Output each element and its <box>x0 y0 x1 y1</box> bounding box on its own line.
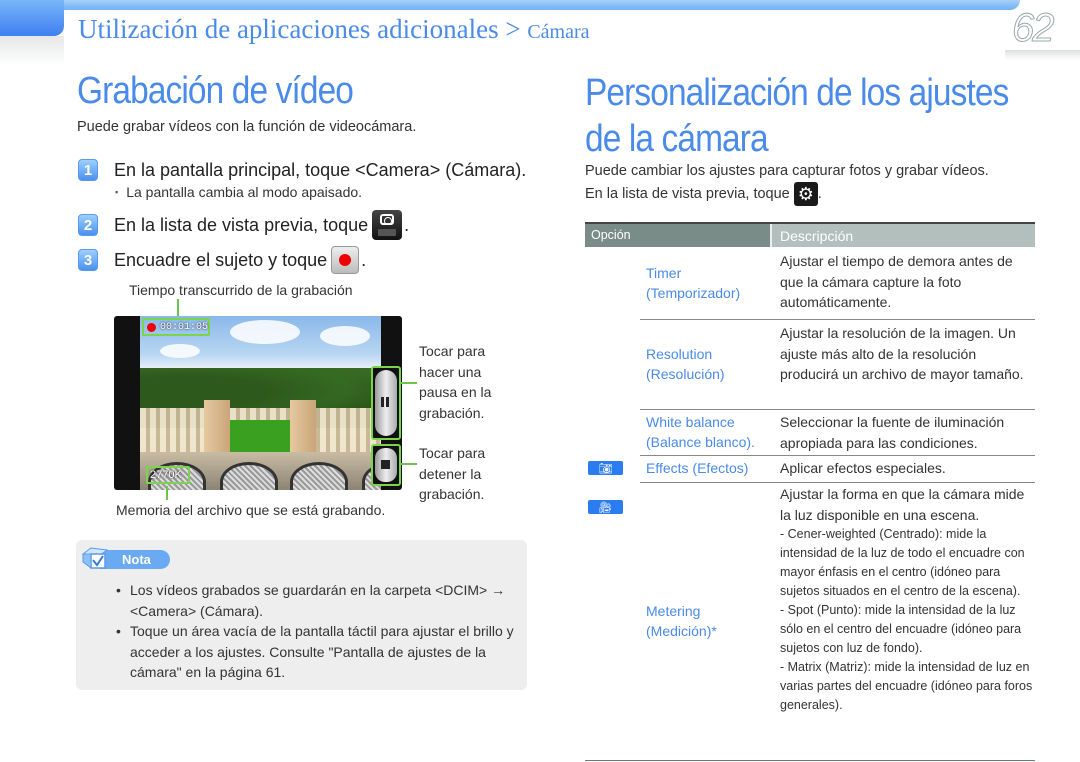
title-line: de la cámara <box>585 118 769 160</box>
intro-line: Puede cambiar los ajustes para capturar … <box>585 163 989 179</box>
table-row: White balance (Balance blanco). Seleccio… <box>585 409 1035 456</box>
elapsed-time-indicator: 00:01:05 <box>142 318 210 336</box>
step-text: En la lista de vista previa, toque <box>114 214 369 235</box>
option-description: Seleccionar la fuente de iluminación apr… <box>780 414 1005 451</box>
step-1: 1 En la pantalla principal, toque <Camer… <box>78 159 526 181</box>
preview-image <box>140 316 381 490</box>
step-text: Encuadre el sujeto y toque <box>114 249 328 270</box>
table-row: Timer (Temporizador) Ajustar el tiempo d… <box>585 247 1035 320</box>
pause-button[interactable] <box>371 366 401 440</box>
record-icon <box>331 246 360 274</box>
file-size-indicator: 2770K <box>146 466 190 484</box>
page-number-underline <box>1005 50 1080 60</box>
step-text: En la pantalla principal, toque <Camera>… <box>114 159 527 180</box>
settings-table: Opción Descripción Timer (Temporizador) … <box>585 222 1035 761</box>
pause-caption: Tocar para hacer una pausa en la grabaci… <box>419 343 492 421</box>
step-2: 2 En la lista de vista previa, toque . <box>78 210 409 240</box>
note-item: Los vídeos grabados se guardarán en la c… <box>116 580 524 621</box>
callout-line <box>401 382 417 384</box>
section-intro: Puede grabar vídeos con la función de vi… <box>77 119 417 135</box>
callout-line <box>401 463 417 465</box>
memory-caption: Memoria del archivo que se está grabando… <box>116 502 386 518</box>
option-description: Aplicar efectos especiales. <box>780 460 946 476</box>
metering-mode-item: - Spot (Punto): mide la intensidad de la… <box>780 603 1022 655</box>
period: . <box>361 249 367 270</box>
pause-icon <box>381 397 389 407</box>
stop-button[interactable] <box>371 444 401 486</box>
callout-line <box>166 486 168 500</box>
metering-mode-item: - Matrix (Matriz): mide la intensidad de… <box>780 660 1033 712</box>
option-description: Ajustar la forma en que la cámara mide l… <box>780 486 1025 523</box>
table-row: 📷︎ Effects (Efectos) Aplicar efectos esp… <box>585 455 1035 483</box>
breadcrumb: Utilización de aplicaciones adicionales … <box>78 14 590 45</box>
settings-gear-icon: ⚙ <box>793 182 818 206</box>
breadcrumb-page: Cámara <box>527 21 590 43</box>
period: . <box>817 185 822 202</box>
page-number: 62 <box>1012 6 1055 51</box>
option-name: Metering (Medición)* <box>646 602 717 640</box>
section-title: Grabación de vídeo <box>77 70 354 112</box>
step-1-note: La pantalla cambia al modo apaisado. <box>115 184 362 200</box>
option-description: Ajustar el tiempo de demora antes de que… <box>780 253 1013 310</box>
table-header: Opción Descripción <box>585 222 1035 247</box>
header-tab-shadow <box>0 36 64 66</box>
option-name: White balance (Balance blanco). <box>646 413 755 451</box>
settings-section-title: Personalización de los ajustes de la cám… <box>585 70 1009 162</box>
intro-line: En la lista de vista previa, toque <box>585 185 790 202</box>
option-description: Ajustar la resolución de la imagen. Un a… <box>780 325 1024 382</box>
note-checkbox-icon <box>81 547 109 569</box>
option-name: Resolution (Resolución) <box>646 345 725 383</box>
step-number: 3 <box>78 249 98 271</box>
option-name: Effects (Efectos) <box>646 460 749 477</box>
title-line: Personalización de los ajustes <box>585 72 1009 114</box>
elapsed-time-caption: Tiempo transcurrido de la grabación <box>129 282 353 298</box>
header-tab <box>0 0 64 36</box>
settings-intro: Puede cambiar los ajustes para capturar … <box>585 160 989 206</box>
photo-mode-icon: 📷︎ <box>588 461 623 475</box>
breadcrumb-separator: > <box>505 14 521 44</box>
camera-mode-icon <box>372 210 403 240</box>
elapsed-time: 00:01:05 <box>159 321 208 333</box>
video-mode-icon: 🎥︎ <box>588 500 623 514</box>
step-3: 3 Encuadre el sujeto y toque . <box>78 246 366 274</box>
table-row: 🎥︎ Metering (Medición)* Ajustar la forma… <box>585 482 1035 761</box>
column-header-option: Opción <box>585 224 772 247</box>
option-name: Timer (Temporizador) <box>646 264 741 302</box>
recording-dot-icon <box>147 322 156 332</box>
note-item: Toque un área vacía de la pantalla tácti… <box>116 621 524 683</box>
breadcrumb-section: Utilización de aplicaciones adicionales <box>78 14 499 44</box>
header-band <box>0 0 1020 10</box>
stop-icon <box>381 460 390 469</box>
period: . <box>404 214 410 235</box>
step-number: 2 <box>78 214 98 236</box>
step-number: 1 <box>78 159 98 181</box>
stop-caption: Tocar para detener la grabación. <box>419 445 486 502</box>
note-label: Nota <box>100 550 170 569</box>
metering-mode-item: - Cener-weighted (Centrado): mide la int… <box>780 527 1025 598</box>
column-header-description: Descripción <box>772 224 1035 247</box>
note-list: Los vídeos grabados se guardarán en la c… <box>116 580 524 683</box>
table-row: Resolution (Resolución) Ajustar la resol… <box>585 319 1035 410</box>
camera-preview-screen[interactable] <box>114 316 402 490</box>
